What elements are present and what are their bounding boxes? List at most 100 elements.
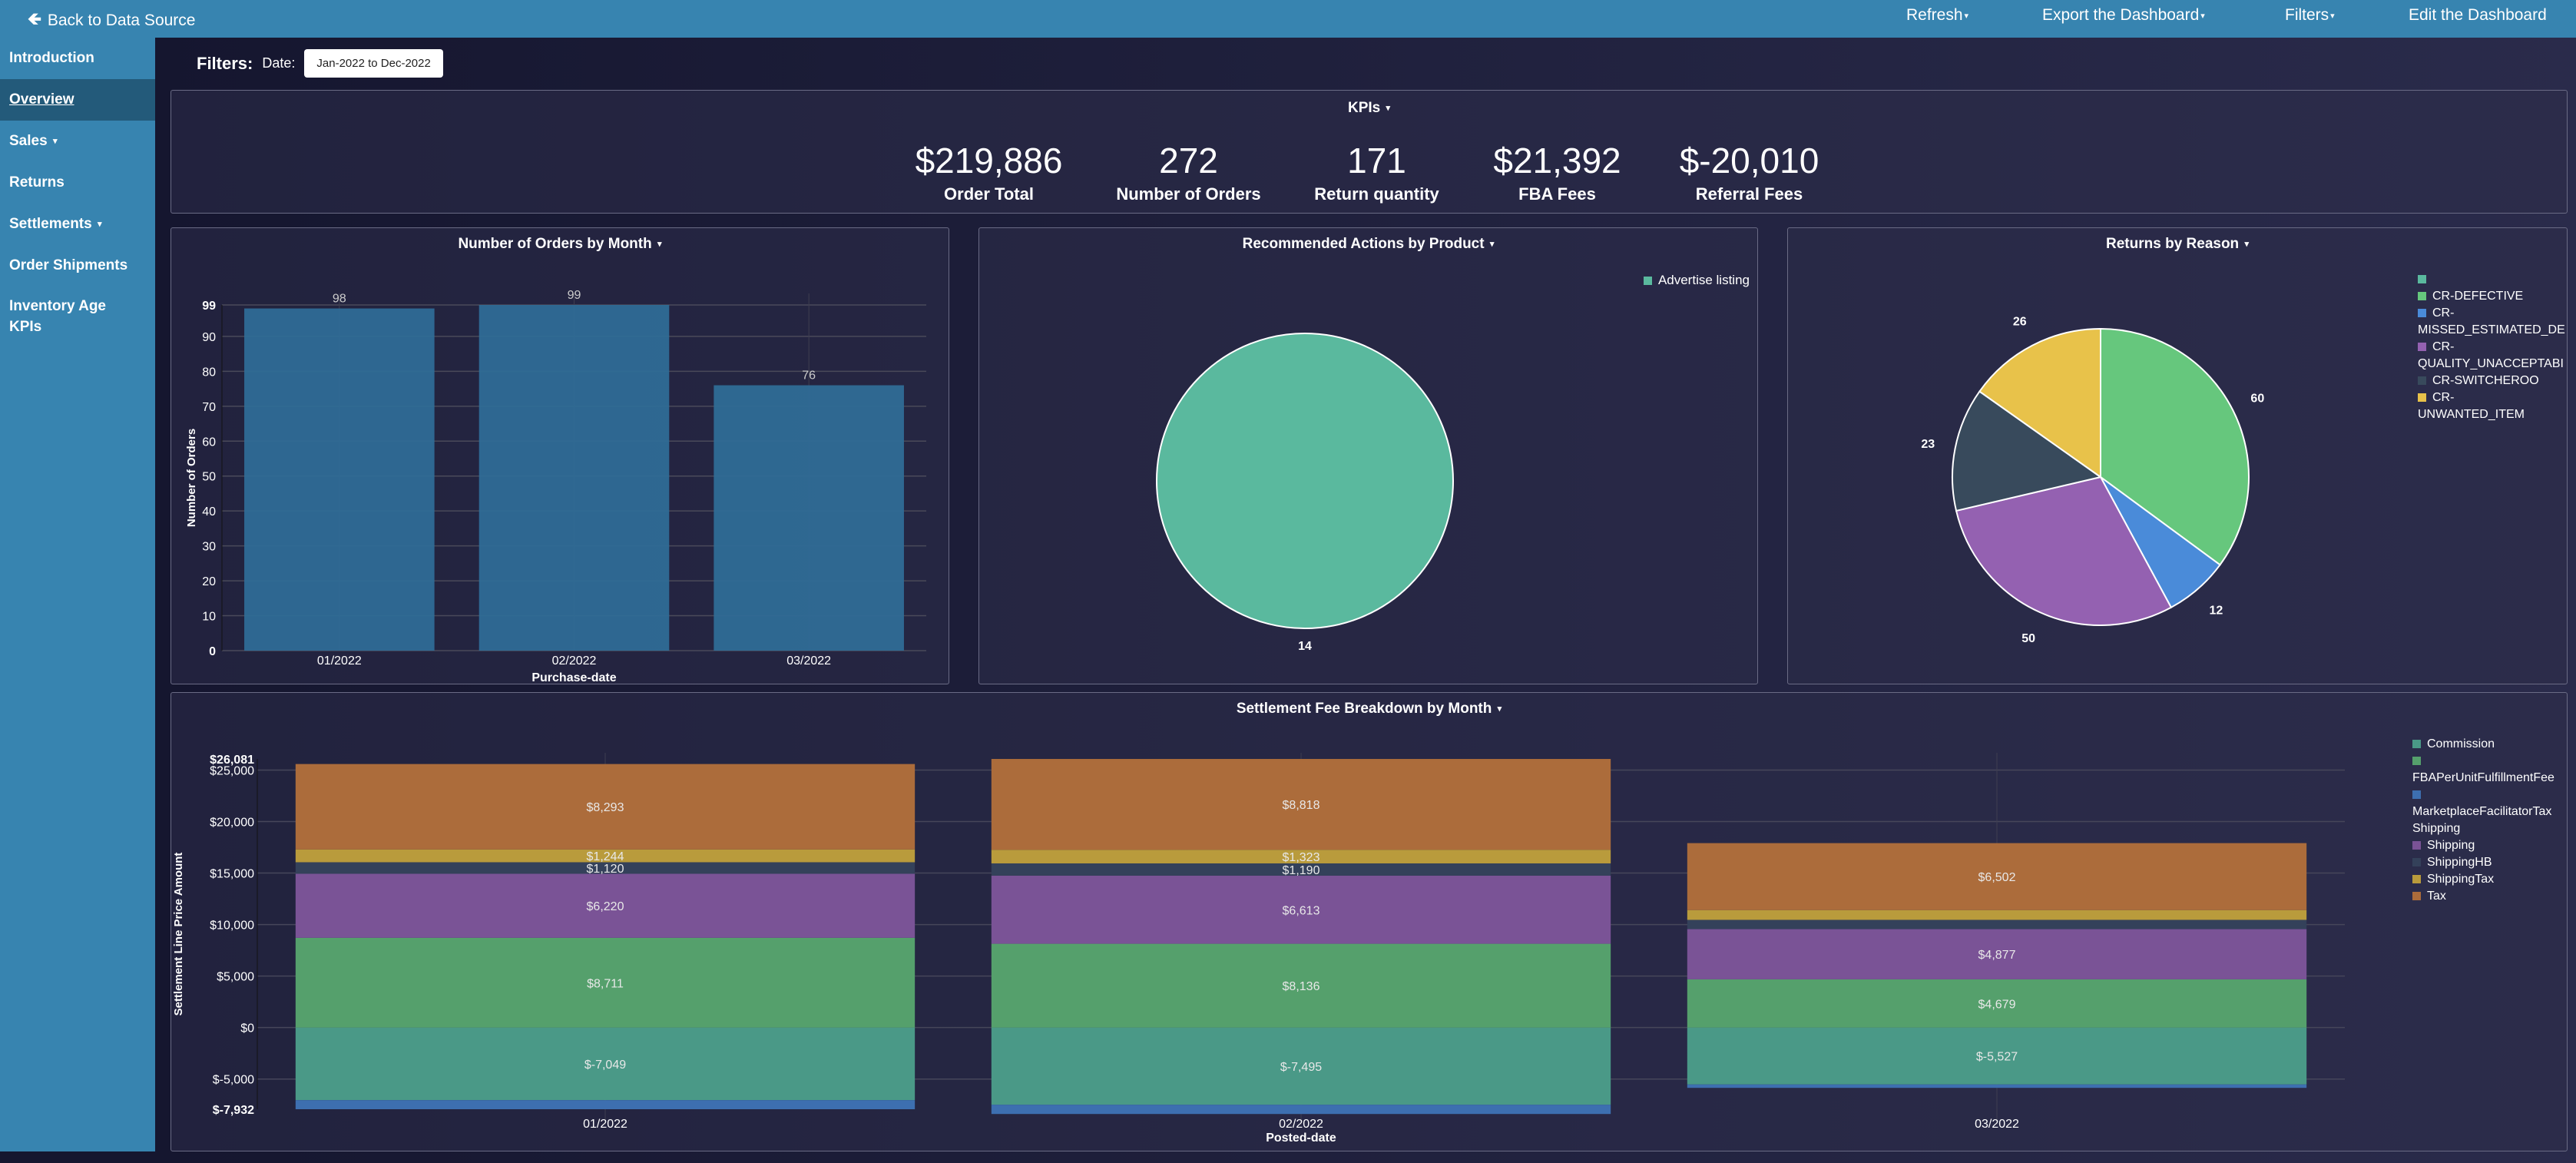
x-axis-title: Purchase-date bbox=[531, 671, 616, 684]
refresh-menu[interactable]: Refresh ▾ bbox=[1906, 6, 1968, 25]
legend-item[interactable]: ShippingTax bbox=[2412, 871, 2568, 888]
segment-value-label: $6,613 bbox=[1283, 904, 1320, 917]
sidebar-item-label: Returns bbox=[9, 174, 65, 191]
bar-value-label: 98 bbox=[333, 293, 346, 306]
legend-swatch bbox=[2412, 740, 2421, 749]
pie-value-label: 50 bbox=[2021, 632, 2035, 645]
caret-down-icon: ▾ bbox=[2330, 11, 2335, 21]
legend-item[interactable]: CR- UNWANTED_ITEM bbox=[2418, 389, 2568, 423]
legend-label bbox=[2418, 271, 2568, 288]
legend-swatch bbox=[2418, 343, 2426, 352]
filters-bar: Filters: Date: Jan-2022 to Dec-2022 bbox=[197, 49, 443, 78]
y-tick-label: 50 bbox=[202, 471, 216, 484]
orders-bar-chart: 0 10 20 30 40 50 60 70 80 90 99 98 01/2022 99 02/2022 7… bbox=[185, 289, 926, 684]
export-label: Export the Dashboard bbox=[2042, 6, 2200, 24]
legend-item[interactable]: Tax bbox=[2412, 888, 2568, 905]
back-link-label: Back to Data Source bbox=[47, 12, 196, 29]
returns-by-reason-panel: Returns by Reason ▾ 60 12 50 23 26 CR-DEFECT… bbox=[1787, 227, 2568, 684]
bar-value-label: 99 bbox=[568, 289, 581, 302]
legend-label bbox=[2412, 753, 2568, 770]
segment-value-label: $8,293 bbox=[587, 801, 624, 814]
x-tick-label: 03/2022 bbox=[786, 654, 831, 668]
refresh-label: Refresh bbox=[1906, 6, 1963, 24]
legend-label: CR- bbox=[2418, 389, 2568, 406]
x-tick-label: 02/2022 bbox=[1279, 1118, 1323, 1131]
filters-label: Filters bbox=[2285, 6, 2329, 24]
pie-slice bbox=[1156, 333, 1454, 629]
x-tick-label: 01/2022 bbox=[583, 1118, 627, 1131]
legend-label: UNWANTED_ITEM bbox=[2418, 408, 2525, 421]
sidebar-item-order-shipments[interactable]: Order Shipments bbox=[0, 245, 155, 287]
legend-label: Commission bbox=[2412, 736, 2568, 753]
y-tick-label: $0 bbox=[240, 1022, 254, 1035]
x-tick-label: 01/2022 bbox=[317, 654, 362, 668]
kpi-order-total: $219,886 Order Total bbox=[893, 140, 1085, 204]
legend-item[interactable]: CR- MISSED_ESTIMATED_DE bbox=[2418, 305, 2568, 339]
segment-value-label: $1,190 bbox=[1283, 864, 1320, 877]
x-tick-label: 03/2022 bbox=[1975, 1118, 2019, 1131]
stacked-bar-segment bbox=[295, 1100, 916, 1109]
segment-value-label: $6,220 bbox=[587, 900, 624, 913]
caret-down-icon: ▾ bbox=[1964, 11, 1969, 21]
kpi-value: 171 bbox=[1347, 141, 1406, 181]
sidebar-item-settlements[interactable]: Settlements ▾ bbox=[0, 204, 155, 245]
y-tick-label: $25,000 bbox=[210, 764, 254, 777]
actions-legend: Advertise listing bbox=[1643, 270, 1750, 290]
legend-swatch bbox=[2412, 841, 2421, 850]
legend-item[interactable] bbox=[2418, 271, 2568, 288]
legend-item[interactable]: MarketplaceFacilitatorTax Shipping bbox=[2412, 787, 2568, 837]
back-to-data-source-link[interactable]: 🡸 Back to Data Source bbox=[28, 6, 195, 35]
legend-item[interactable]: Advertise listing bbox=[1643, 270, 1750, 290]
legend-item[interactable]: CR-SWITCHEROO bbox=[2418, 373, 2568, 389]
actions-pie-chart: 14 bbox=[1156, 333, 1454, 653]
sidebar-item-sales[interactable]: Sales ▾ bbox=[0, 121, 155, 162]
arrow-left-icon: 🡸 bbox=[28, 9, 41, 28]
orders-by-month-panel: Number of Orders by Month ▾ 0 10 20 30 40 50 6… bbox=[171, 227, 949, 684]
x-tick-label: 02/2022 bbox=[552, 654, 597, 668]
x-axis-title: Posted-date bbox=[1266, 1132, 1336, 1145]
legend-item[interactable]: Shipping bbox=[2412, 837, 2568, 854]
returns-legend: CR-DEFECTIVE CR- MISSED_ESTIMATED_DE CR- QUA… bbox=[2418, 271, 2568, 423]
sidebar-item-overview[interactable]: Overview bbox=[0, 79, 155, 121]
legend-item[interactable]: ShippingHB bbox=[2412, 854, 2568, 871]
y-tick-label: 90 bbox=[202, 331, 216, 344]
top-bar: 🡸 Back to Data Source Refresh ▾ Export th… bbox=[0, 0, 2576, 38]
legend-item[interactable]: CR-DEFECTIVE bbox=[2418, 288, 2568, 305]
sidebar-item-label: Introduction bbox=[9, 50, 94, 66]
pie-value-label: 14 bbox=[1298, 640, 1312, 653]
filters-menu[interactable]: Filters ▾ bbox=[2285, 6, 2335, 25]
kpi-return-quantity: 171 Return quantity bbox=[1293, 140, 1462, 204]
sidebar-item-returns[interactable]: Returns bbox=[0, 162, 155, 204]
date-range-filter[interactable]: Jan-2022 to Dec-2022 bbox=[304, 49, 443, 78]
edit-dashboard-button[interactable]: Edit the Dashboard bbox=[2409, 6, 2547, 25]
recommended-actions-panel: Recommended Actions by Product ▾ 14 Adve… bbox=[978, 227, 1758, 684]
pie-value-label: 26 bbox=[2013, 316, 2027, 329]
sidebar-item-label: Settlements bbox=[9, 216, 92, 233]
y-tick-label: 60 bbox=[202, 436, 216, 449]
y-tick-label: 10 bbox=[202, 611, 216, 624]
y-tick-label: 40 bbox=[202, 505, 216, 519]
segment-value-label: $4,679 bbox=[1978, 998, 2016, 1011]
legend-label: CR-DEFECTIVE bbox=[2418, 288, 2568, 305]
stacked-bar-segment bbox=[1687, 919, 2307, 929]
y-tick-label: 99 bbox=[202, 300, 216, 313]
y-tick-label: 30 bbox=[202, 541, 216, 554]
bar bbox=[244, 308, 435, 651]
y-tick-label: $5,000 bbox=[217, 971, 254, 984]
export-dashboard-menu[interactable]: Export the Dashboard ▾ bbox=[2042, 6, 2205, 25]
kpis-title-text: KPIs bbox=[1347, 100, 1381, 116]
filters-label: Filters: bbox=[197, 53, 253, 73]
settlement-fee-panel: Settlement Fee Breakdown by Month ▾ $26,… bbox=[171, 692, 2568, 1151]
legend-item[interactable]: FBAPerUnitFulfillmentFee bbox=[2412, 753, 2568, 787]
caret-down-icon: ▾ bbox=[97, 220, 102, 229]
kpi-value: $-20,010 bbox=[1679, 141, 1819, 181]
legend-item[interactable]: CR- QUALITY_UNACCEPTABI bbox=[2418, 339, 2568, 373]
caret-down-icon: ▾ bbox=[1386, 104, 1391, 114]
sidebar-item-label: Sales bbox=[9, 133, 48, 150]
sidebar-item-introduction[interactable]: Introduction bbox=[0, 38, 155, 79]
legend-item[interactable]: Commission bbox=[2412, 736, 2568, 753]
sidebar-item-inventory-age-kpis[interactable]: Inventory Age KPIs bbox=[0, 287, 123, 348]
dashboard-main: Filters: Date: Jan-2022 to Dec-2022 KPIs… bbox=[155, 38, 2576, 1163]
kpis-title[interactable]: KPIs ▾ bbox=[171, 100, 2567, 117]
legend-label: ShippingTax bbox=[2412, 871, 2568, 888]
